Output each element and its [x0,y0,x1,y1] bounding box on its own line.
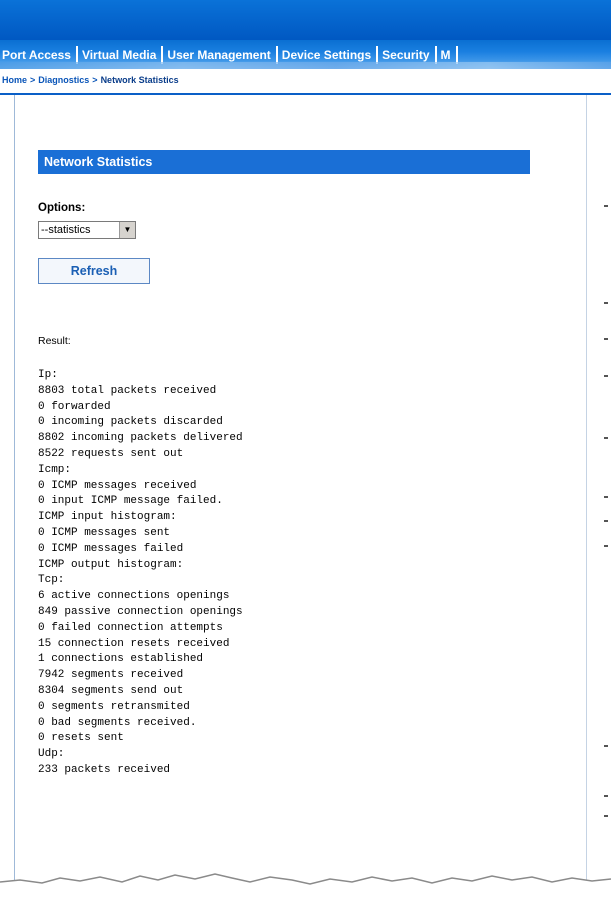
margin-mark [604,437,608,439]
margin-mark [604,375,608,377]
main-nav: Port Access Virtual Media User Managemen… [0,40,611,69]
breadcrumb-separator: > [92,75,98,85]
margin-mark [604,338,608,340]
margin-mark [604,520,608,522]
result-label: Result: [38,335,71,347]
top-banner [0,0,611,40]
breadcrumb-current: Network Statistics [100,75,179,85]
margin-mark [604,745,608,747]
breadcrumb-diagnostics-link[interactable]: Diagnostics [38,75,89,85]
breadcrumb-separator: > [30,75,36,85]
section-title: Network Statistics [38,150,530,174]
options-label: Options: [38,202,86,214]
options-select[interactable]: --statistics ▼ [38,221,136,239]
margin-mark [604,545,608,547]
margin-mark [604,815,608,817]
margin-mark [604,795,608,797]
dropdown-arrow-icon[interactable]: ▼ [119,222,135,238]
breadcrumb-home-link[interactable]: Home [2,75,27,85]
breadcrumb: Home > Diagnostics > Network Statistics [2,75,179,85]
margin-mark [604,496,608,498]
content-border-right [586,95,587,903]
result-output: Ip: 8803 total packets received 0 forwar… [38,369,243,776]
options-select-value: --statistics [41,224,91,236]
refresh-button[interactable]: Refresh [38,258,150,284]
banner-decoration [0,62,611,69]
margin-mark [604,302,608,304]
breadcrumb-bar: Home > Diagnostics > Network Statistics [0,69,611,95]
margin-mark [604,205,608,207]
content-border-left [14,95,15,903]
torn-paper-edge [0,873,611,903]
